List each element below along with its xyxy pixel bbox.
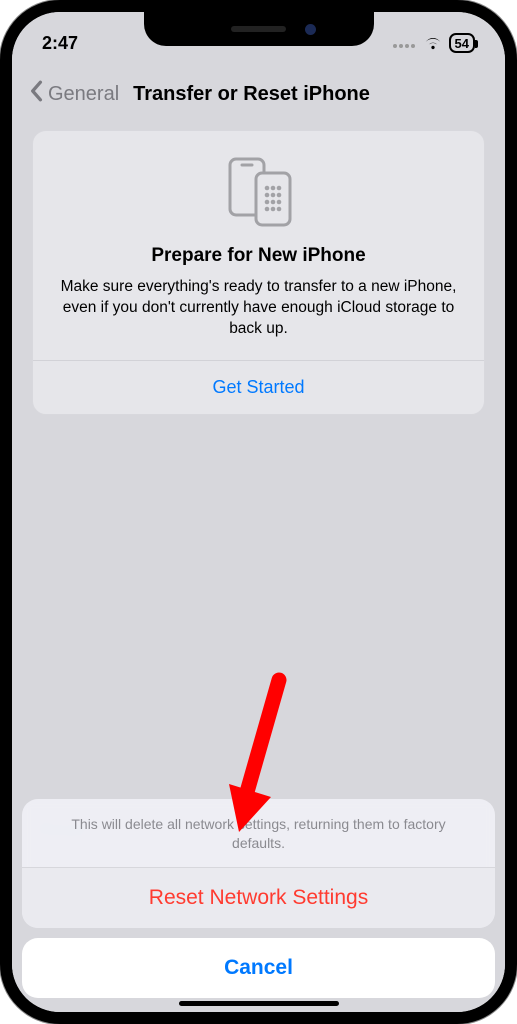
prepare-card-body: Prepare for New iPhone Make sure everyth… <box>33 131 484 360</box>
devices-transfer-icon <box>57 155 460 227</box>
prepare-card-title: Prepare for New iPhone <box>57 245 460 267</box>
reset-network-settings-button[interactable]: Reset Network Settings <box>22 867 495 928</box>
prepare-card-text: Make sure everything's ready to transfer… <box>57 277 460 340</box>
screen: General Transfer or Reset iPhone <box>12 12 505 1012</box>
page-title: Transfer or Reset iPhone <box>133 83 370 106</box>
speaker-grille <box>231 26 286 32</box>
front-camera <box>305 24 316 35</box>
cancel-button[interactable]: Cancel <box>22 938 495 998</box>
status-right: 54 <box>393 33 475 53</box>
battery-percent: 54 <box>455 36 469 51</box>
battery-icon: 54 <box>449 33 475 53</box>
action-sheet: This will delete all network settings, r… <box>12 799 505 1012</box>
wifi-icon <box>423 36 443 50</box>
chevron-left-icon <box>28 80 44 108</box>
back-button[interactable]: General <box>28 80 119 108</box>
cell-signal-dots-icon <box>393 39 415 48</box>
home-indicator[interactable] <box>179 1001 339 1006</box>
action-sheet-description: This will delete all network settings, r… <box>22 799 495 867</box>
iphone-frame: 2:47 54 General Transfer or Reset iPhone <box>0 0 517 1024</box>
nav-bar: General Transfer or Reset iPhone <box>12 74 505 122</box>
status-time: 2:47 <box>42 33 78 54</box>
prepare-card: Prepare for New iPhone Make sure everyth… <box>32 130 485 415</box>
action-sheet-group: This will delete all network settings, r… <box>22 799 495 928</box>
get-started-button[interactable]: Get Started <box>33 360 484 414</box>
notch <box>144 12 374 46</box>
back-label: General <box>48 83 119 106</box>
